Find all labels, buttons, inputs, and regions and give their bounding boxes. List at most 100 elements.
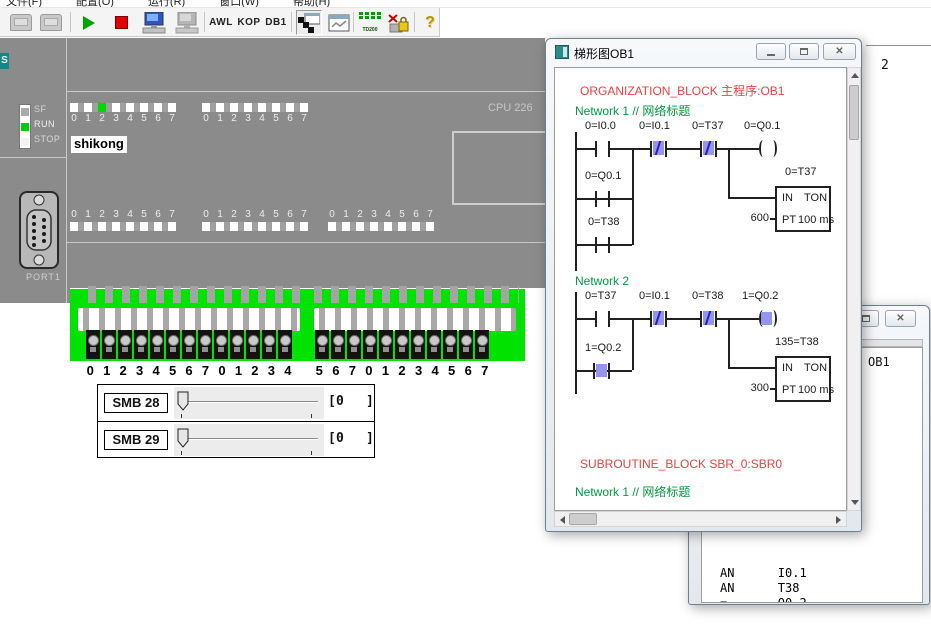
awl-view-label: AWL xyxy=(209,17,233,28)
terminal-lamp[interactable] xyxy=(262,330,276,359)
awl-view-button[interactable]: AWL xyxy=(208,10,234,35)
slider-thumb[interactable] xyxy=(177,428,189,448)
list-item: 3 xyxy=(367,209,381,220)
terminal-lamp[interactable] xyxy=(278,330,292,359)
open-db1-file-button[interactable] xyxy=(38,10,64,35)
maximize-icon xyxy=(800,48,808,55)
monitor-gray-icon xyxy=(175,12,199,34)
terminal-numbers-left: 0123456701234 xyxy=(82,363,296,378)
awl-header-fragment: OB1 xyxy=(868,355,890,369)
monitor-off-button[interactable] xyxy=(174,10,200,35)
slider-tick xyxy=(311,414,312,418)
lock-button[interactable] xyxy=(385,10,411,35)
terminal-lamp[interactable] xyxy=(86,330,100,359)
contact-bar xyxy=(608,191,610,207)
background-page-number: 2 xyxy=(881,58,889,73)
ladder-close-button[interactable]: ✕ xyxy=(823,43,856,60)
smb28-slider[interactable] xyxy=(174,387,324,419)
terminal-lamp[interactable] xyxy=(198,330,212,359)
scroll-left-icon[interactable] xyxy=(560,516,565,524)
horizontal-scroll-thumb[interactable] xyxy=(569,513,597,525)
list-item: AN T38 xyxy=(720,581,915,596)
run-button[interactable] xyxy=(76,10,102,35)
list-item: 6 xyxy=(460,363,477,378)
list-item: 1 xyxy=(98,363,114,378)
td200-label: TD200 xyxy=(362,27,377,33)
terminal-lamp[interactable] xyxy=(347,330,361,359)
terminal-lamp[interactable] xyxy=(395,330,409,359)
ladder-wire xyxy=(770,388,775,390)
slider-thumb[interactable] xyxy=(177,391,189,411)
open-awl-file-button[interactable] xyxy=(8,10,34,35)
scroll-right-icon[interactable] xyxy=(836,516,841,524)
contact-bar xyxy=(595,311,597,327)
terminal-lamp[interactable] xyxy=(230,330,244,359)
terminal-lamp[interactable] xyxy=(411,330,425,359)
smb29-slider[interactable] xyxy=(174,424,324,456)
db1-view-button[interactable]: DB1 xyxy=(263,10,289,35)
list-item: 2 xyxy=(115,363,131,378)
list-item: 1 xyxy=(339,209,353,220)
contact-bar xyxy=(608,237,610,253)
vertical-scroll-thumb[interactable] xyxy=(849,85,859,140)
input-led-numbers-i1: 01234567 xyxy=(199,209,311,220)
timer-state-label: 0=T37 xyxy=(785,166,817,178)
list-item: 1 xyxy=(81,113,95,124)
ladder-maximize-button[interactable] xyxy=(789,43,819,60)
smb29-value: 0 xyxy=(336,431,344,446)
stop-button[interactable] xyxy=(108,10,134,35)
timer-pt-value: 300 xyxy=(743,382,769,394)
list-item: 运行(R) xyxy=(148,0,185,8)
terminal-lamp[interactable] xyxy=(459,330,473,359)
sf-led xyxy=(21,108,29,116)
scroll-down-icon[interactable] xyxy=(851,500,859,505)
list-item: AN I0.1 xyxy=(720,566,915,581)
terminal-lamp[interactable] xyxy=(475,330,489,359)
terminal-lamp[interactable] xyxy=(379,330,393,359)
network2-title: Network 2 xyxy=(575,274,629,288)
terminal-lamp[interactable] xyxy=(182,330,196,359)
org-block-header: ORGANIZATION_BLOCK 主程序:OB1 xyxy=(580,82,784,99)
program-blocks-button[interactable] xyxy=(296,10,322,35)
ladder-minimize-button[interactable] xyxy=(756,43,786,60)
terminal-lamp[interactable] xyxy=(102,330,116,359)
contact-bar xyxy=(700,141,702,157)
list-item: 配置(O) xyxy=(76,0,114,8)
terminal-lamp[interactable] xyxy=(150,330,164,359)
terminal-lamp[interactable] xyxy=(315,330,329,359)
input-led-strip-i1 xyxy=(202,222,308,231)
scroll-up-icon[interactable] xyxy=(851,73,859,78)
awl-close-button[interactable]: ✕ xyxy=(885,310,916,327)
list-item: 1 xyxy=(213,113,227,124)
terminal-lamp[interactable] xyxy=(214,330,228,359)
terminal-lamp[interactable] xyxy=(246,330,260,359)
maximize-icon xyxy=(862,315,870,322)
help-button[interactable]: ? xyxy=(417,10,443,35)
watch-window-button[interactable] xyxy=(326,10,352,35)
ladder-window-icon xyxy=(555,45,569,59)
slider-groove xyxy=(184,438,318,440)
list-item: 7 xyxy=(197,363,213,378)
monitor-on-button[interactable] xyxy=(141,10,167,35)
timer-type-label: TON xyxy=(804,192,827,204)
contact-bar xyxy=(595,237,597,253)
terminal-lamp[interactable] xyxy=(427,330,441,359)
horizontal-scrollbar[interactable] xyxy=(554,511,847,527)
terminal-lamp[interactable] xyxy=(118,330,132,359)
terminal-lamp[interactable] xyxy=(134,330,148,359)
terminal-lamp[interactable] xyxy=(443,330,457,359)
smb28-value: 0 xyxy=(336,394,344,409)
ladder-canvas[interactable]: ORGANIZATION_BLOCK 主程序:OB1 Network 1 // … xyxy=(554,67,847,511)
led-q0-2-on xyxy=(98,103,106,112)
output-led-strip-q0 xyxy=(70,103,176,112)
menu-items[interactable]: 文件(F)配置(O)运行(R)窗口(W)帮助(H) xyxy=(6,0,364,8)
contact-bar xyxy=(593,363,595,379)
device-name-tag[interactable]: shikong xyxy=(71,136,127,153)
vertical-scrollbar[interactable] xyxy=(847,67,861,511)
terminal-lamp[interactable] xyxy=(331,330,345,359)
kop-view-button[interactable]: KOP xyxy=(236,10,262,35)
td200-button[interactable]: TD200 xyxy=(357,10,383,35)
ladder-window-title: 梯形图OB1 xyxy=(574,45,634,62)
terminal-lamp[interactable] xyxy=(363,330,377,359)
terminal-lamp[interactable] xyxy=(166,330,180,359)
